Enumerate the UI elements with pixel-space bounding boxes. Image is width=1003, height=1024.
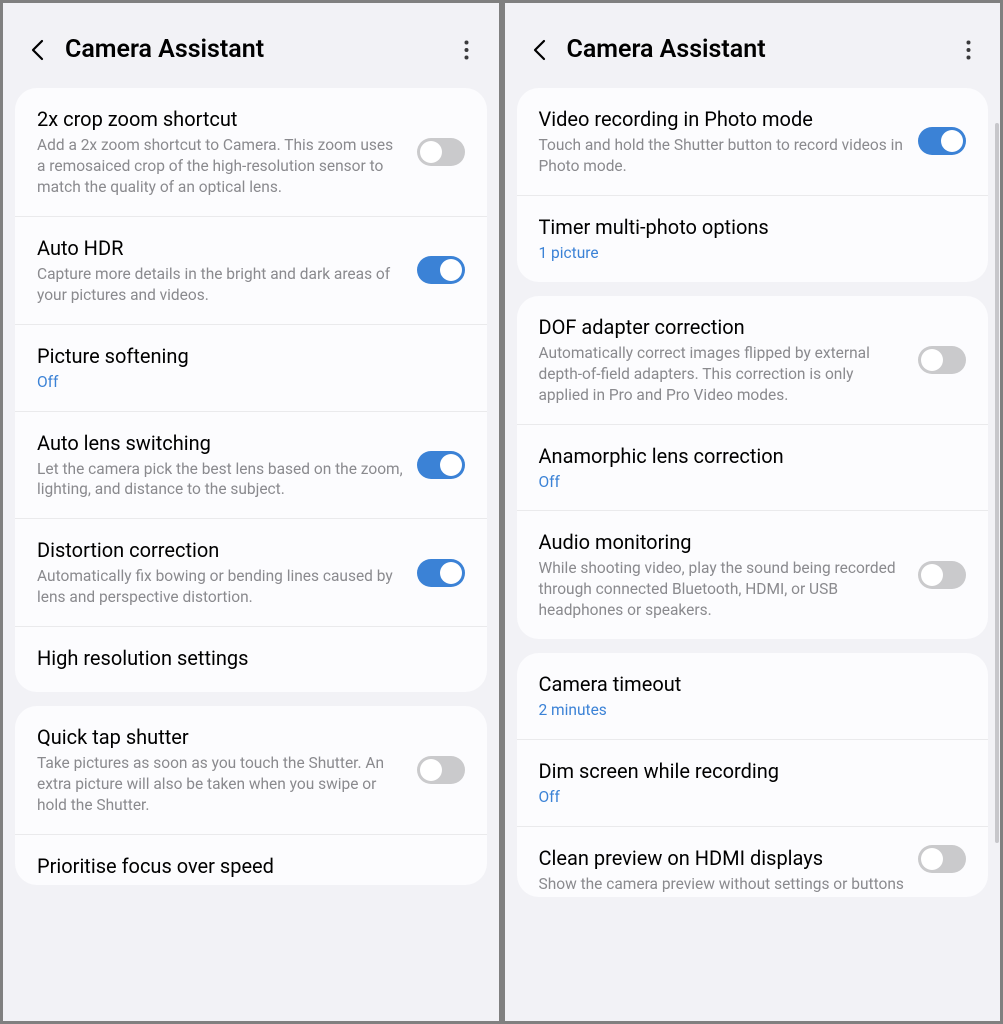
setting-desc: Wait for the camera to finish focusing b… [37,882,465,885]
right-screen: Camera Assistant Video recording in Phot… [505,3,1001,1021]
setting-title: Timer multi-photo options [539,214,967,240]
setting-text: 2x crop zoom shortcut Add a 2x zoom shor… [37,106,405,198]
setting-text: Video recording in Photo mode Touch and … [539,106,907,177]
setting-picture-softening[interactable]: Picture softening Off [15,325,487,412]
setting-text: Camera timeout 2 minutes [539,671,967,721]
setting-title: DOF adapter correction [539,314,907,340]
setting-value: Off [539,787,967,808]
setting-desc: Let the camera pick the best lens based … [37,459,405,501]
settings-card: Camera timeout 2 minutes Dim screen whil… [517,653,989,897]
back-icon[interactable] [529,40,549,60]
content-area: 2x crop zoom shortcut Add a 2x zoom shor… [3,88,499,1021]
toggle-clean-preview[interactable] [918,845,966,873]
setting-prioritise-focus[interactable]: Prioritise focus over speed Wait for the… [15,835,487,885]
setting-text: Timer multi-photo options 1 picture [539,214,967,264]
setting-title: 2x crop zoom shortcut [37,106,405,132]
settings-card: Quick tap shutter Take pictures as soon … [15,706,487,885]
settings-card: 2x crop zoom shortcut Add a 2x zoom shor… [15,88,487,692]
scrollbar[interactable] [995,123,999,843]
setting-title: Camera timeout [539,671,967,697]
setting-distortion[interactable]: Distortion correction Automatically fix … [15,519,487,627]
setting-text: Anamorphic lens correction Off [539,443,967,493]
setting-text: Auto HDR Capture more details in the bri… [37,235,405,306]
setting-title: Quick tap shutter [37,724,405,750]
setting-audio-monitoring[interactable]: Audio monitoring While shooting video, p… [517,511,989,639]
setting-text: Clean preview on HDMI displays Show the … [539,845,907,897]
setting-title: Picture softening [37,343,465,369]
setting-text: Distortion correction Automatically fix … [37,537,405,608]
setting-desc: Automatically fix bowing or bending line… [37,566,405,608]
setting-value: Off [37,372,465,393]
setting-dim-screen[interactable]: Dim screen while recording Off [517,740,989,827]
page-title: Camera Assistant [65,35,437,64]
settings-card: DOF adapter correction Automatically cor… [517,296,989,639]
setting-anamorphic[interactable]: Anamorphic lens correction Off [517,425,989,512]
setting-desc: Touch and hold the Shutter button to rec… [539,135,907,177]
setting-text: Quick tap shutter Take pictures as soon … [37,724,405,816]
setting-desc: While shooting video, play the sound bei… [539,558,907,621]
setting-title: High resolution settings [37,645,465,671]
toggle-quick-tap[interactable] [417,756,465,784]
header: Camera Assistant [3,3,499,88]
setting-title: Anamorphic lens correction [539,443,967,469]
setting-video-recording[interactable]: Video recording in Photo mode Touch and … [517,88,989,196]
toggle-auto-lens[interactable] [417,451,465,479]
setting-title: Auto lens switching [37,430,405,456]
setting-title: Audio monitoring [539,529,907,555]
header: Camera Assistant [505,3,1001,88]
setting-high-res[interactable]: High resolution settings [15,627,487,692]
setting-title: Prioritise focus over speed [37,853,465,879]
setting-value: Off [539,472,967,493]
setting-text: Picture softening Off [37,343,465,393]
more-vertical-icon[interactable] [956,38,980,62]
content-area: Video recording in Photo mode Touch and … [505,88,1001,1021]
setting-title: Video recording in Photo mode [539,106,907,132]
toggle-auto-hdr[interactable] [417,256,465,284]
setting-desc: Show the camera preview without settings… [539,874,907,897]
setting-title: Clean preview on HDMI displays [539,845,907,871]
setting-desc: Add a 2x zoom shortcut to Camera. This z… [37,135,405,198]
setting-text: Auto lens switching Let the camera pick … [37,430,405,501]
setting-title: Auto HDR [37,235,405,261]
setting-quick-tap[interactable]: Quick tap shutter Take pictures as soon … [15,706,487,835]
setting-value: 2 minutes [539,700,967,721]
setting-title: Dim screen while recording [539,758,967,784]
setting-value: 1 picture [539,243,967,264]
setting-text: Prioritise focus over speed Wait for the… [37,853,465,885]
back-icon[interactable] [27,40,47,60]
toggle-audio-monitoring[interactable] [918,561,966,589]
setting-desc: Capture more details in the bright and d… [37,264,405,306]
setting-timer-options[interactable]: Timer multi-photo options 1 picture [517,196,989,282]
setting-auto-lens[interactable]: Auto lens switching Let the camera pick … [15,412,487,520]
setting-auto-hdr[interactable]: Auto HDR Capture more details in the bri… [15,217,487,325]
toggle-dof-adapter[interactable] [918,346,966,374]
page-title: Camera Assistant [567,35,939,64]
toggle-video-recording[interactable] [918,127,966,155]
toggle-distortion[interactable] [417,559,465,587]
setting-camera-timeout[interactable]: Camera timeout 2 minutes [517,653,989,740]
setting-title: Distortion correction [37,537,405,563]
toggle-crop-zoom[interactable] [417,138,465,166]
setting-text: Audio monitoring While shooting video, p… [539,529,907,621]
setting-text: DOF adapter correction Automatically cor… [539,314,907,406]
setting-desc: Automatically correct images flipped by … [539,343,907,406]
settings-card: Video recording in Photo mode Touch and … [517,88,989,282]
setting-text: High resolution settings [37,645,465,674]
setting-crop-zoom[interactable]: 2x crop zoom shortcut Add a 2x zoom shor… [15,88,487,217]
left-screen: Camera Assistant 2x crop zoom shortcut A… [3,3,499,1021]
setting-dof-adapter[interactable]: DOF adapter correction Automatically cor… [517,296,989,425]
setting-text: Dim screen while recording Off [539,758,967,808]
setting-clean-preview[interactable]: Clean preview on HDMI displays Show the … [517,827,989,897]
more-vertical-icon[interactable] [455,38,479,62]
setting-desc: Take pictures as soon as you touch the S… [37,753,405,816]
